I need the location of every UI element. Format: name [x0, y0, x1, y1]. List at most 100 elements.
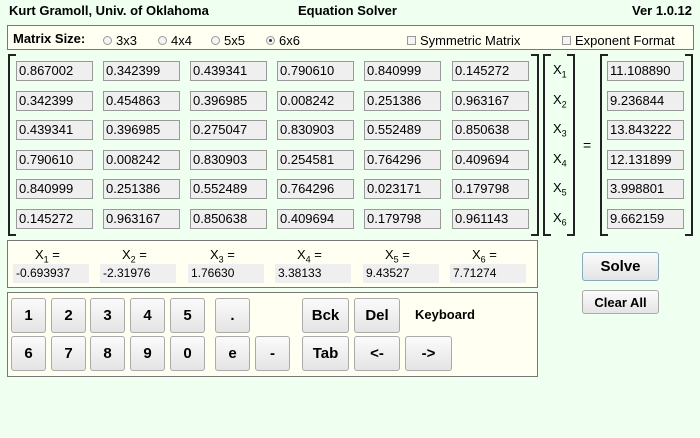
result-value-4: 3.38133	[275, 264, 351, 283]
key--[interactable]: -	[255, 336, 290, 371]
key-e[interactable]: e	[215, 336, 250, 371]
rhs-cell-6[interactable]: 9.662159	[607, 209, 684, 229]
matrix-cell-3-3[interactable]: 0.275047	[190, 120, 267, 140]
matrix-cell-4-3[interactable]: 0.830903	[190, 150, 267, 170]
size-radio-6x6[interactable]: 6x6	[266, 33, 300, 48]
matrix-cell-6-6[interactable]: 0.961143	[452, 209, 529, 229]
matrix-cell-2-6[interactable]: 0.963167	[452, 91, 529, 111]
key-7[interactable]: 7	[51, 336, 86, 371]
matrix-cell-5-1[interactable]: 0.840999	[16, 179, 93, 199]
vector-right-bracket	[567, 54, 575, 236]
matrix-cell-3-2[interactable]: 0.396985	[103, 120, 180, 140]
matrix-cell-5-2[interactable]: 0.251386	[103, 179, 180, 199]
checkbox-icon	[407, 36, 416, 45]
delete-key[interactable]: Del	[354, 298, 400, 333]
result-label: X5 =	[385, 247, 410, 265]
solve-button[interactable]: Solve	[582, 252, 659, 281]
matrix-cell-5-5[interactable]: 0.023171	[364, 179, 441, 199]
matrix-cell-2-2[interactable]: 0.454863	[103, 91, 180, 111]
key-6[interactable]: 6	[11, 336, 46, 371]
matrix-cell-5-6[interactable]: 0.179798	[452, 179, 529, 199]
size-label: 5x5	[224, 33, 245, 48]
matrix-cell-2-4[interactable]: 0.008242	[277, 91, 354, 111]
key-2[interactable]: 2	[51, 298, 86, 333]
vector-left-bracket	[543, 54, 551, 236]
matrix-cell-5-3[interactable]: 0.552489	[190, 179, 267, 199]
variable-label: X2	[553, 92, 567, 110]
matrix-left-bracket	[8, 54, 16, 236]
author-label: Kurt Gramoll, Univ. of Oklahoma	[9, 3, 209, 18]
variable-label: X5	[553, 180, 567, 198]
matrix-cell-4-4[interactable]: 0.254581	[277, 150, 354, 170]
rhs-cell-5[interactable]: 3.998801	[607, 179, 684, 199]
result-value-2: -2.31976	[100, 264, 176, 283]
result-label: X4 =	[297, 247, 322, 265]
matrix-cell-6-4[interactable]: 0.409694	[277, 209, 354, 229]
matrix-cell-1-4[interactable]: 0.790610	[277, 61, 354, 81]
rhs-cell-1[interactable]: 11.108890	[607, 61, 684, 81]
result-label: X2 =	[122, 247, 147, 265]
matrix-cell-3-5[interactable]: 0.552489	[364, 120, 441, 140]
keyboard-label: Keyboard	[415, 307, 475, 322]
matrix-cell-2-1[interactable]: 0.342399	[16, 91, 93, 111]
cursor-right-key[interactable]: ->	[405, 336, 452, 371]
matrix-cell-1-1[interactable]: 0.867002	[16, 61, 93, 81]
app-title: Equation Solver	[298, 3, 397, 18]
exponent-label: Exponent Format	[575, 33, 675, 48]
radio-icon	[103, 36, 112, 45]
clear-all-button[interactable]: Clear All	[582, 290, 659, 314]
matrix-cell-3-1[interactable]: 0.439341	[16, 120, 93, 140]
matrix-cell-6-5[interactable]: 0.179798	[364, 209, 441, 229]
matrix-cell-6-3[interactable]: 0.850638	[190, 209, 267, 229]
rhs-cell-4[interactable]: 12.131899	[607, 150, 684, 170]
variable-label: X1	[553, 62, 567, 80]
result-label: X6 =	[472, 247, 497, 265]
result-value-5: 9.43527	[363, 264, 439, 283]
matrix-cell-5-4[interactable]: 0.764296	[277, 179, 354, 199]
backspace-key[interactable]: Bck	[302, 298, 349, 333]
result-value-3: 1.76630	[188, 264, 264, 283]
matrix-cell-4-2[interactable]: 0.008242	[103, 150, 180, 170]
size-radio-3x3[interactable]: 3x3	[103, 33, 137, 48]
tab-key[interactable]: Tab	[302, 336, 349, 371]
matrix-cell-1-2[interactable]: 0.342399	[103, 61, 180, 81]
matrix-cell-3-6[interactable]: 0.850638	[452, 120, 529, 140]
key-1[interactable]: 1	[11, 298, 46, 333]
matrix-cell-4-1[interactable]: 0.790610	[16, 150, 93, 170]
matrix-cell-6-1[interactable]: 0.145272	[16, 209, 93, 229]
key-8[interactable]: 8	[90, 336, 125, 371]
equals-sign: =	[583, 137, 592, 153]
key-9[interactable]: 9	[130, 336, 165, 371]
result-label: X3 =	[210, 247, 235, 265]
version-label: Ver 1.0.12	[632, 3, 692, 18]
key-4[interactable]: 4	[130, 298, 165, 333]
matrix-cell-1-6[interactable]: 0.145272	[452, 61, 529, 81]
key-0[interactable]: 0	[170, 336, 205, 371]
variable-label: X3	[553, 121, 567, 139]
rhs-cell-3[interactable]: 13.843222	[607, 120, 684, 140]
matrix-cell-2-5[interactable]: 0.251386	[364, 91, 441, 111]
size-radio-4x4[interactable]: 4x4	[158, 33, 192, 48]
size-label: 4x4	[171, 33, 192, 48]
cursor-left-key[interactable]: <-	[354, 336, 400, 371]
matrix-cell-3-4[interactable]: 0.830903	[277, 120, 354, 140]
matrix-cell-4-6[interactable]: 0.409694	[452, 150, 529, 170]
matrix-cell-2-3[interactable]: 0.396985	[190, 91, 267, 111]
key-3[interactable]: 3	[90, 298, 125, 333]
size-radio-5x5[interactable]: 5x5	[211, 33, 245, 48]
result-label: X1 =	[35, 247, 60, 265]
matrix-right-bracket	[531, 54, 539, 236]
exponent-format-checkbox[interactable]: Exponent Format	[562, 33, 675, 48]
key-5[interactable]: 5	[170, 298, 205, 333]
symmetric-label: Symmetric Matrix	[420, 33, 521, 48]
matrix-cell-4-5[interactable]: 0.764296	[364, 150, 441, 170]
matrix-cell-1-3[interactable]: 0.439341	[190, 61, 267, 81]
symmetric-matrix-checkbox[interactable]: Symmetric Matrix	[407, 33, 520, 48]
result-value-6: 7.71274	[450, 264, 526, 283]
radio-icon	[211, 36, 220, 45]
key-.[interactable]: .	[215, 298, 250, 333]
size-label: 6x6	[279, 33, 300, 48]
rhs-cell-2[interactable]: 9.236844	[607, 91, 684, 111]
matrix-cell-1-5[interactable]: 0.840999	[364, 61, 441, 81]
matrix-cell-6-2[interactable]: 0.963167	[103, 209, 180, 229]
